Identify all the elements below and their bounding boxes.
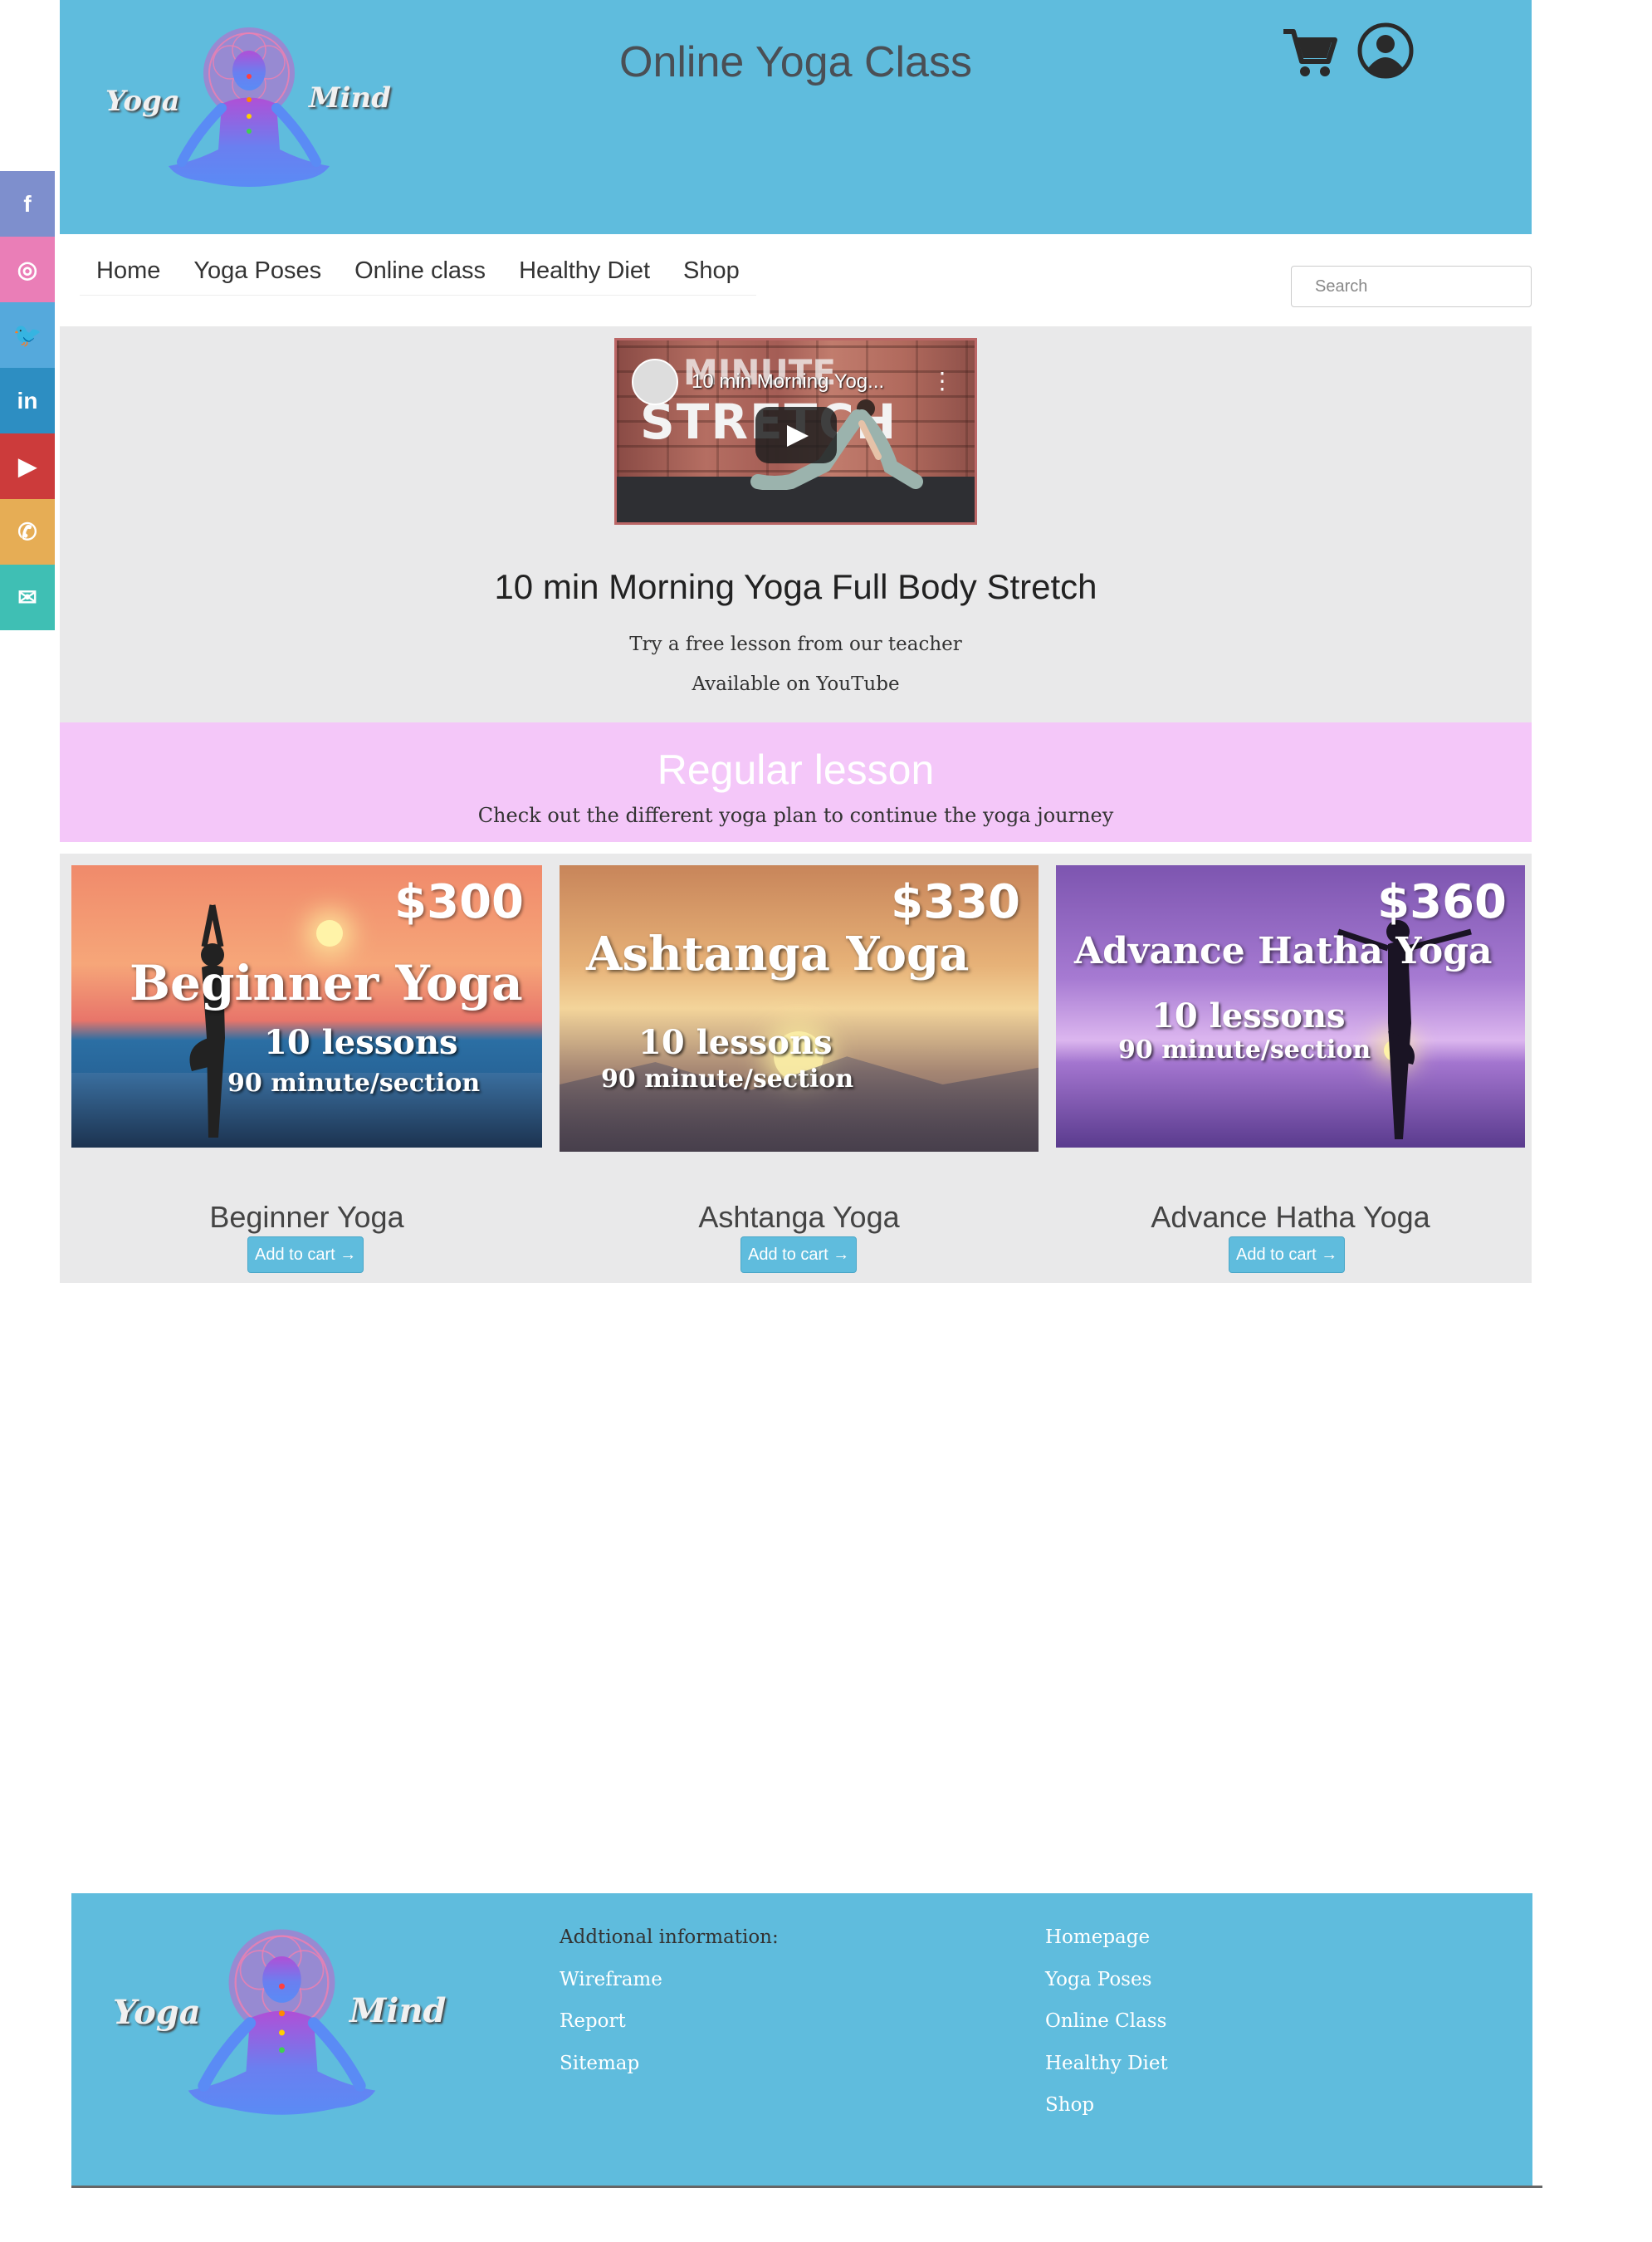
regular-lesson-title: Regular lesson (657, 747, 935, 793)
footer-nav-healthy-diet[interactable]: Healthy Diet (1045, 2053, 1168, 2095)
footer-nav-shop[interactable]: Shop (1045, 2094, 1168, 2137)
product-duration: 90 minute/section (1118, 1035, 1371, 1065)
video-thumbnail[interactable]: MINUTE STRETCH 10 min Morning Yog... ⋮ (614, 338, 977, 525)
product-lessons: 10 lessons (264, 1023, 458, 1062)
play-icon[interactable] (755, 407, 837, 463)
footer-nav-column: Homepage Yoga Poses Online Class Healthy Di… (1045, 1926, 1168, 2137)
shopping-cart-icon[interactable] (1280, 22, 1338, 80)
user-account-icon[interactable] (1356, 22, 1415, 80)
footer-nav-homepage[interactable]: Homepage (1045, 1926, 1168, 1969)
footer-logo-left-word: Yoga (113, 1993, 201, 2032)
footer-link-report[interactable]: Report (560, 2010, 779, 2053)
product-lessons: 10 lessons (1151, 996, 1346, 1035)
footer-link-wireframe[interactable]: Wireframe (560, 1969, 779, 2011)
product-duration: 90 minute/section (227, 1069, 481, 1098)
products-section: $300 Beginner Yoga 10 lessons 90 minute/… (60, 854, 1532, 1283)
product-price: $330 (891, 875, 1020, 929)
sun (316, 920, 343, 947)
featured-video-section: MINUTE STRETCH 10 min Morning Yog... ⋮ 1… (60, 326, 1532, 722)
facebook-icon[interactable]: f (0, 171, 55, 237)
regular-lesson-banner: Regular lesson Check out the different y… (60, 722, 1532, 842)
product-image[interactable]: $330 Ashtanga Yoga 10 lessons 90 minute/… (560, 865, 1039, 1152)
product-image-title: Beginner Yoga (130, 955, 523, 1011)
footer-info-heading: Addtional information: (560, 1926, 779, 1948)
nav-item-yoga-poses[interactable]: Yoga Poses (177, 249, 338, 295)
product-duration: 90 minute/section (601, 1065, 854, 1094)
video-thumbnail-title[interactable]: 10 min Morning Yog... (692, 370, 884, 394)
product-image-title: Ashtanga Yoga (586, 927, 970, 981)
product-image[interactable]: $360 Advance Hatha Yoga 10 lessons 90 mi… (1056, 865, 1525, 1148)
add-to-cart-button[interactable]: Add to cart → (247, 1236, 364, 1273)
footer-divider (71, 2186, 1542, 2188)
product-card: $300 Beginner Yoga 10 lessons 90 minute/… (71, 865, 542, 1148)
linkedin-icon[interactable]: in (0, 368, 55, 433)
site-footer: Yoga Mind Addtional information: Wirefra… (71, 1893, 1532, 2186)
site-header: Yoga Mind Online Yoga Class (60, 0, 1532, 234)
footer-nav-online-class[interactable]: Online Class (1045, 2010, 1168, 2053)
main-navigation: Home Yoga Poses Online class Healthy Diet Sh… (80, 249, 756, 296)
instagram-icon[interactable]: ◎ (0, 237, 55, 302)
video-heading: 10 min Morning Yoga Full Body Stretch (494, 567, 1097, 606)
nav-item-shop[interactable]: Shop (667, 249, 756, 295)
social-media-bar: f ◎ 🐦 in ▶ ✆ ✉ (0, 171, 55, 630)
footer-nav-yoga-poses[interactable]: Yoga Poses (1045, 1969, 1168, 2011)
product-name: Beginner Yoga (209, 1200, 404, 1234)
nav-item-home[interactable]: Home (80, 249, 177, 295)
nav-item-online-class[interactable]: Online class (338, 249, 502, 295)
search-input[interactable] (1291, 266, 1532, 307)
nav-item-healthy-diet[interactable]: Healthy Diet (502, 249, 667, 295)
footer-link-sitemap[interactable]: Sitemap (560, 2053, 779, 2095)
product-price: $300 (394, 875, 524, 929)
yoga-silhouette (189, 904, 225, 1138)
product-name: Advance Hatha Yoga (1151, 1200, 1430, 1234)
more-vertical-icon[interactable]: ⋮ (931, 367, 954, 394)
product-card: $360 Advance Hatha Yoga 10 lessons 90 mi… (1056, 865, 1525, 1148)
youtube-icon[interactable]: ▶ (0, 433, 55, 499)
product-price: $360 (1377, 875, 1507, 929)
phone-icon[interactable]: ✆ (0, 499, 55, 565)
footer-logo[interactable]: Yoga Mind (113, 1926, 447, 2134)
logo-left-word: Yoga (105, 85, 180, 118)
add-to-cart-button[interactable]: Add to cart → (740, 1236, 858, 1273)
twitter-icon[interactable]: 🐦 (0, 302, 55, 368)
product-lessons: 10 lessons (638, 1023, 833, 1062)
product-name: Ashtanga Yoga (698, 1200, 900, 1234)
regular-lesson-subtitle: Check out the different yoga plan to con… (477, 804, 1114, 827)
product-image-title: Advance Hatha Yoga (1074, 930, 1493, 972)
channel-avatar[interactable] (632, 359, 678, 405)
product-card: $330 Ashtanga Yoga 10 lessons 90 minute/… (560, 865, 1039, 1152)
video-description-line-2: Available on YouTube (692, 673, 900, 695)
product-image[interactable]: $300 Beginner Yoga 10 lessons 90 minute/… (71, 865, 542, 1148)
footer-logo-right-word: Mind (349, 1991, 447, 2030)
footer-info-column: Addtional information: Wireframe Report Si… (560, 1926, 779, 2094)
video-description-line-1: Try a free lesson from our teacher (629, 634, 962, 655)
add-to-cart-button[interactable]: Add to cart → (1229, 1236, 1346, 1273)
email-icon[interactable]: ✉ (0, 565, 55, 630)
